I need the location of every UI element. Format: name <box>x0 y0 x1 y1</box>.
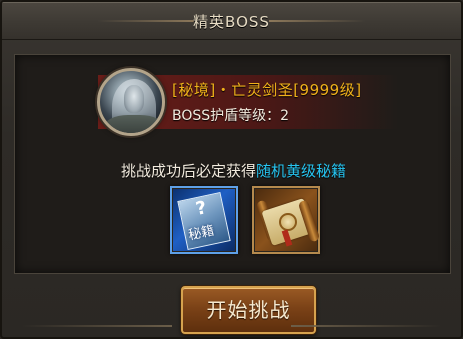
elite-boss-window: 精英BOSS [秘境]・亡灵剑圣[9999级] BOSS护盾等级：2 挑战成功后… <box>0 0 463 339</box>
boss-name: [秘境]・亡灵剑圣[9999级] <box>172 81 362 99</box>
reward-prefix: 挑战成功后必定获得 <box>120 162 256 180</box>
shield-level-label: BOSS护盾等级： <box>172 108 281 124</box>
boss-armor <box>104 115 162 133</box>
reward-highlight: 随机黄级秘籍 <box>256 162 347 180</box>
reward-description: 挑战成功后必定获得随机黄级秘籍 <box>2 160 461 181</box>
scroll-seal-icon <box>279 213 297 231</box>
boss-avatar <box>97 68 165 136</box>
reward-item-secret-book[interactable]: ? 秘籍 <box>170 186 238 254</box>
bottom-ornament-left <box>22 325 172 327</box>
bottom-ornament-right <box>291 325 441 327</box>
boss-shield-level: BOSS护盾等级：2 <box>172 105 289 125</box>
reward-item-scroll[interactable] <box>252 186 321 254</box>
window-title: 精英BOSS <box>193 13 270 31</box>
boss-face <box>124 85 144 113</box>
title-bar: 精英BOSS <box>2 2 461 40</box>
title-ornament-right <box>269 20 365 22</box>
shield-level-value: 2 <box>280 108 290 124</box>
